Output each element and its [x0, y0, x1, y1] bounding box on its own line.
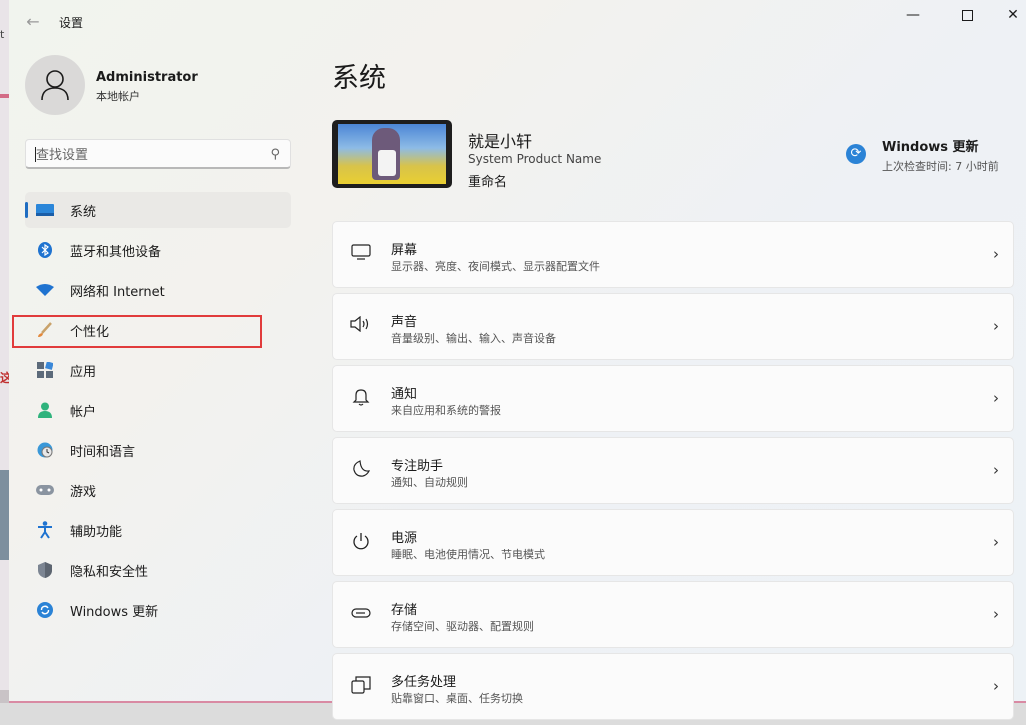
sidebar-item-system[interactable]: 系统 — [25, 192, 291, 228]
monitor-icon — [349, 244, 373, 266]
device-name: 就是小轩 — [468, 132, 533, 151]
sidebar-item-label: 应用 — [70, 364, 97, 380]
card-title: 声音 — [391, 315, 418, 330]
multitask-icon — [349, 676, 373, 698]
card-power[interactable]: 电源 睡眠、电池使用情况、节电模式 › — [332, 509, 1014, 576]
card-sound[interactable]: 声音 音量级别、输出、输入、声音设备 › — [332, 293, 1014, 360]
chevron-right-icon: › — [993, 389, 999, 407]
chevron-right-icon: › — [993, 461, 999, 479]
card-focus-assist[interactable]: 专注助手 通知、自动规则 › — [332, 437, 1014, 504]
sidebar-item-label: 时间和语言 — [70, 444, 136, 460]
desktop-strip — [0, 690, 9, 703]
sidebar-item-label: 系统 — [70, 204, 97, 220]
search-icon[interactable]: ⚲ — [270, 147, 280, 162]
sidebar-item-apps[interactable]: 应用 — [25, 352, 291, 388]
bluetooth-icon — [35, 242, 55, 258]
rename-link[interactable]: 重命名 — [468, 171, 507, 190]
globe-clock-icon — [35, 442, 55, 458]
sidebar-item-label: 蓝牙和其他设备 — [70, 244, 162, 260]
maximize-button[interactable] — [944, 2, 990, 28]
shield-icon — [35, 562, 55, 578]
apps-icon — [35, 362, 55, 378]
minimize-button[interactable]: — — [890, 2, 936, 28]
card-title: 多任务处理 — [391, 675, 457, 690]
card-subtitle: 显示器、亮度、夜间模式、显示器配置文件 — [391, 260, 600, 273]
card-multitasking[interactable]: 多任务处理 贴靠窗口、桌面、任务切换 › — [332, 653, 1014, 720]
accessibility-icon — [35, 521, 55, 539]
card-subtitle: 睡眠、电池使用情况、节电模式 — [391, 548, 545, 561]
sidebar-item-label: 游戏 — [70, 484, 97, 500]
user-name: Administrator — [96, 70, 198, 85]
speaker-icon — [349, 315, 373, 338]
chevron-right-icon: › — [993, 677, 999, 695]
sidebar-item-label: 隐私和安全性 — [70, 564, 149, 580]
sidebar-item-label: 辅助功能 — [70, 524, 123, 540]
sidebar-item-windows-update[interactable]: Windows 更新 — [25, 592, 291, 628]
sidebar-item-label: 网络和 Internet — [70, 284, 165, 300]
chevron-right-icon: › — [993, 245, 999, 263]
card-subtitle: 贴靠窗口、桌面、任务切换 — [391, 692, 523, 705]
sidebar-item-time-language[interactable]: 时间和语言 — [25, 432, 291, 468]
settings-window: ← 设置 — ✕ Administrator 本地帐户 ⚲ 系统 蓝牙和其他设备 — [9, 0, 1026, 720]
app-title: 设置 — [59, 16, 84, 30]
device-wallpaper-thumbnail[interactable] — [332, 120, 452, 188]
card-storage[interactable]: 存储 存储空间、驱动器、配置规则 › — [332, 581, 1014, 648]
sidebar-item-network[interactable]: 网络和 Internet — [25, 272, 291, 308]
settings-card-list: 屏幕 显示器、亮度、夜间模式、显示器配置文件 › 声音 音量级别、输出、输入、声… — [332, 221, 1014, 725]
wallpaper-figure-dress — [378, 150, 396, 176]
close-button[interactable]: ✕ — [990, 2, 1026, 28]
card-subtitle: 通知、自动规则 — [391, 476, 468, 489]
update-title[interactable]: Windows 更新 — [882, 136, 979, 155]
card-display[interactable]: 屏幕 显示器、亮度、夜间模式、显示器配置文件 › — [332, 221, 1014, 288]
card-title: 存储 — [391, 603, 418, 618]
desktop-strip — [0, 470, 9, 560]
avatar[interactable] — [25, 55, 85, 115]
update-status: 上次检查时间: 7 小时前 — [882, 160, 999, 173]
card-subtitle: 音量级别、输出、输入、声音设备 — [391, 332, 556, 345]
card-title: 电源 — [391, 531, 418, 546]
account-type: 本地帐户 — [96, 90, 140, 103]
device-model: System Product Name — [468, 152, 602, 166]
back-arrow-icon[interactable]: ← — [23, 12, 43, 32]
chevron-right-icon: › — [993, 605, 999, 623]
sidebar-item-label: Windows 更新 — [70, 604, 159, 620]
account-icon — [35, 402, 55, 418]
desktop-strip — [0, 94, 9, 98]
card-title: 通知 — [391, 387, 418, 402]
search-box[interactable]: ⚲ — [25, 139, 291, 169]
sidebar-item-gaming[interactable]: 游戏 — [25, 472, 291, 508]
power-icon — [349, 532, 373, 554]
moon-icon — [349, 460, 373, 482]
highlight-annotation-box — [12, 315, 262, 348]
sidebar-nav: 系统 蓝牙和其他设备 网络和 Internet 个性化 应用 帐户 时间和语言 … — [25, 192, 291, 632]
desktop-background: t 这 — [0, 0, 12, 703]
sidebar-item-label: 帐户 — [70, 404, 97, 420]
wifi-icon — [35, 284, 55, 296]
card-notifications[interactable]: 通知 来自应用和系统的警报 › — [332, 365, 1014, 432]
bell-icon — [349, 388, 373, 410]
storage-icon — [349, 604, 373, 626]
windows-update-icon[interactable]: ⟳ — [846, 144, 866, 164]
chevron-right-icon: › — [993, 317, 999, 335]
sidebar-item-privacy[interactable]: 隐私和安全性 — [25, 552, 291, 588]
page-title: 系统 — [332, 63, 386, 94]
card-title: 专注助手 — [391, 459, 444, 474]
sidebar-item-accessibility[interactable]: 辅助功能 — [25, 512, 291, 548]
windows-update-icon — [35, 602, 55, 618]
card-title: 屏幕 — [391, 243, 418, 258]
maximize-icon — [961, 9, 973, 21]
user-icon — [41, 70, 69, 101]
sidebar-item-bluetooth[interactable]: 蓝牙和其他设备 — [25, 232, 291, 268]
sidebar-item-accounts[interactable]: 帐户 — [25, 392, 291, 428]
gamepad-icon — [35, 484, 55, 496]
chevron-right-icon: › — [993, 533, 999, 551]
card-subtitle: 来自应用和系统的警报 — [391, 404, 501, 417]
system-display-icon — [35, 204, 55, 216]
search-input[interactable] — [34, 145, 258, 165]
desktop-fragment: t — [0, 28, 5, 41]
card-subtitle: 存储空间、驱动器、配置规则 — [391, 620, 534, 633]
